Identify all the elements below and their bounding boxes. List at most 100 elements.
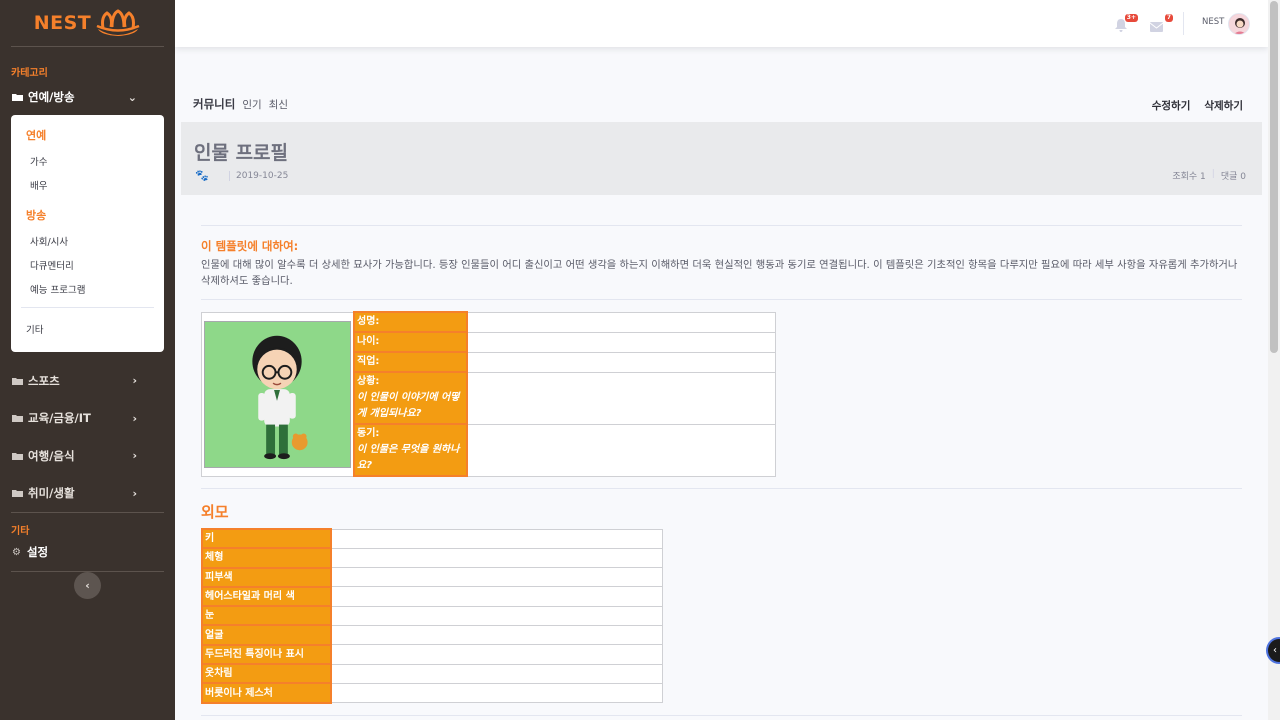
submenu-item-singer[interactable]: 가수 (11, 149, 164, 173)
sidebar-item-label: 여행/음식 (28, 448, 75, 463)
sidebar-item-label: 연예/방송 (28, 90, 75, 104)
character-photo (204, 320, 351, 468)
folder-icon (12, 377, 23, 385)
folder-icon (12, 415, 23, 423)
tab-popular[interactable]: 인기 (242, 97, 261, 112)
post-title: 인물 프로필 (194, 142, 289, 164)
submenu-heading-entertainment: 연예 (26, 129, 47, 142)
folder-icon (12, 94, 23, 101)
motive-label: 동기: (357, 428, 380, 439)
profile-photo-cell (201, 311, 355, 477)
appearance-value[interactable] (330, 624, 663, 646)
topbar-divider (1183, 12, 1184, 35)
messages-button[interactable]: 7 (1149, 14, 1173, 32)
appearance-label: 헤어스타일과 머리 색 (201, 585, 332, 608)
alerts-badge: 3+ (1124, 14, 1138, 22)
folder-icon (12, 452, 23, 460)
sidebar-item-settings[interactable]: ⚙ 설정 (0, 537, 175, 567)
submenu-heading-broadcast: 방송 (26, 209, 47, 222)
appearance-label: 눈 (201, 605, 332, 627)
post-meta: 조회수 1 | 댓글 0 (1172, 169, 1246, 182)
sidebar-item-sports[interactable]: 스포츠 › (0, 362, 175, 400)
motive-question: 이 인물은 무엇을 원하나요? (357, 444, 460, 471)
tab-latest[interactable]: 최신 (269, 97, 288, 112)
field-value-age[interactable] (466, 331, 776, 353)
about-title: 이 템플릿에 대하여: (201, 239, 299, 253)
sidebar-item-entertainment[interactable]: 연예/방송 ⌄ (0, 79, 175, 115)
field-label-age: 나이: (353, 331, 468, 353)
profile-table: 성명: 나이: 직업: 상황: 이 인물이 이야기에 어떻게 개입되나요? 동기… (201, 311, 776, 477)
divider (201, 299, 1242, 300)
chevron-down-icon: ⌄ (127, 90, 137, 104)
appearance-value[interactable] (330, 663, 663, 684)
sidebar-item-travel[interactable]: 여행/음식 › (0, 437, 175, 475)
avatar[interactable] (1228, 13, 1250, 35)
appearance-label: 얼굴 (201, 624, 332, 646)
edit-button[interactable]: 수정하기 (1152, 98, 1191, 113)
alerts-button[interactable]: 3+ (1115, 14, 1138, 32)
username[interactable]: NEST (1202, 17, 1224, 27)
scrollbar-thumb[interactable] (1270, 1, 1278, 353)
field-value-name[interactable] (466, 311, 776, 333)
entertainment-submenu: 연예 가수 배우 방송 사회/시사 다큐멘터리 예능 프로그램 기타 (11, 115, 164, 352)
divider (201, 225, 1242, 226)
chevron-right-icon: › (132, 449, 137, 463)
appearance-label: 체형 (201, 547, 332, 569)
situation-label: 상황: (357, 376, 380, 387)
appearance-value[interactable] (330, 547, 663, 569)
appearance-value[interactable] (330, 586, 663, 607)
field-label-motive: 동기: 이 인물은 무엇을 원하나요? (353, 423, 468, 477)
post-body: 이 템플릿에 대하여: 인물에 대해 많이 알수록 더 상세한 묘사가 가능합니… (201, 225, 1242, 716)
brand-name: NEST (33, 12, 92, 34)
brand[interactable]: NEST (11, 0, 164, 47)
category-heading: 카테고리 (11, 68, 48, 79)
appearance-value[interactable] (330, 605, 663, 626)
chevron-right-icon: › (132, 411, 137, 425)
submenu-item-other[interactable]: 기타 (11, 314, 164, 344)
submenu-item-documentary[interactable]: 다큐멘터리 (11, 253, 164, 277)
post-header: 인물 프로필 🐾 2019-10-25 조회수 1 | 댓글 0 (181, 122, 1262, 195)
appearance-label: 두드러진 특징이나 표시 (201, 643, 332, 666)
field-label-job: 직업: (353, 351, 468, 373)
sidebar-toggle-button[interactable]: ‹ (74, 572, 101, 599)
situation-question: 이 인물이 이야기에 어떻게 개입되나요? (357, 392, 460, 419)
topbar: 3+ 7 NEST (175, 0, 1268, 47)
field-value-situation[interactable] (466, 371, 776, 425)
appearance-label: 옷차림 (201, 663, 332, 685)
envelope-icon (1149, 22, 1164, 32)
field-label-situation: 상황: 이 인물이 이야기에 어떻게 개입되나요? (353, 371, 468, 425)
main-content: 커뮤니티 인기 최신 수정하기 삭제하기 인물 프로필 🐾 2019-10-25… (181, 47, 1262, 720)
post-date: 2019-10-25 (229, 171, 288, 181)
appearance-table: 키 체형 피부색 헤어스타일과 머리 색 눈 얼굴 두드러진 특징이나 표시 옷… (201, 527, 663, 704)
view-count: 조회수 1 (1172, 172, 1206, 182)
field-label-name: 성명: (353, 311, 468, 333)
other-heading: 기타 (11, 526, 30, 537)
sidebar: NEST 카테고리 연예/방송 ⌄ 연예 가수 배우 방송 사회/시사 다큐멘터… (0, 0, 175, 720)
sidebar-item-label: 교육/금융/IT (28, 411, 91, 426)
breadcrumb-community[interactable]: 커뮤니티 (193, 96, 235, 112)
submenu-item-actor[interactable]: 배우 (11, 173, 164, 197)
chevron-right-icon: › (132, 374, 137, 388)
nest-logo-icon (96, 9, 140, 36)
sidebar-item-education[interactable]: 교육/금융/IT › (0, 400, 175, 438)
appearance-value[interactable] (330, 644, 663, 665)
about-text: 인물에 대해 많이 알수록 더 상세한 묘사가 가능합니다. 등장 인물들이 어… (201, 259, 1238, 287)
appearance-value[interactable] (330, 567, 663, 588)
sidebar-item-hobby[interactable]: 취미/생활 › (0, 475, 175, 513)
user-avatar-icon (1229, 14, 1249, 34)
sidebar-item-label: 설정 (26, 545, 49, 559)
page-scrollbar[interactable] (1268, 0, 1280, 720)
submenu-item-variety[interactable]: 예능 프로그램 (11, 277, 164, 301)
appearance-value[interactable] (330, 528, 663, 549)
submenu-divider (21, 307, 154, 308)
appearance-title: 외모 (201, 503, 229, 521)
character-illustration (252, 335, 308, 459)
delete-button[interactable]: 삭제하기 (1204, 98, 1243, 113)
meta-separator: | (1211, 169, 1215, 179)
field-value-job[interactable] (466, 351, 776, 373)
appearance-value[interactable] (330, 682, 663, 704)
field-value-motive[interactable] (466, 423, 776, 477)
submenu-item-society[interactable]: 사회/시사 (11, 229, 164, 253)
messages-badge: 7 (1164, 14, 1173, 22)
folder-icon (12, 490, 23, 498)
